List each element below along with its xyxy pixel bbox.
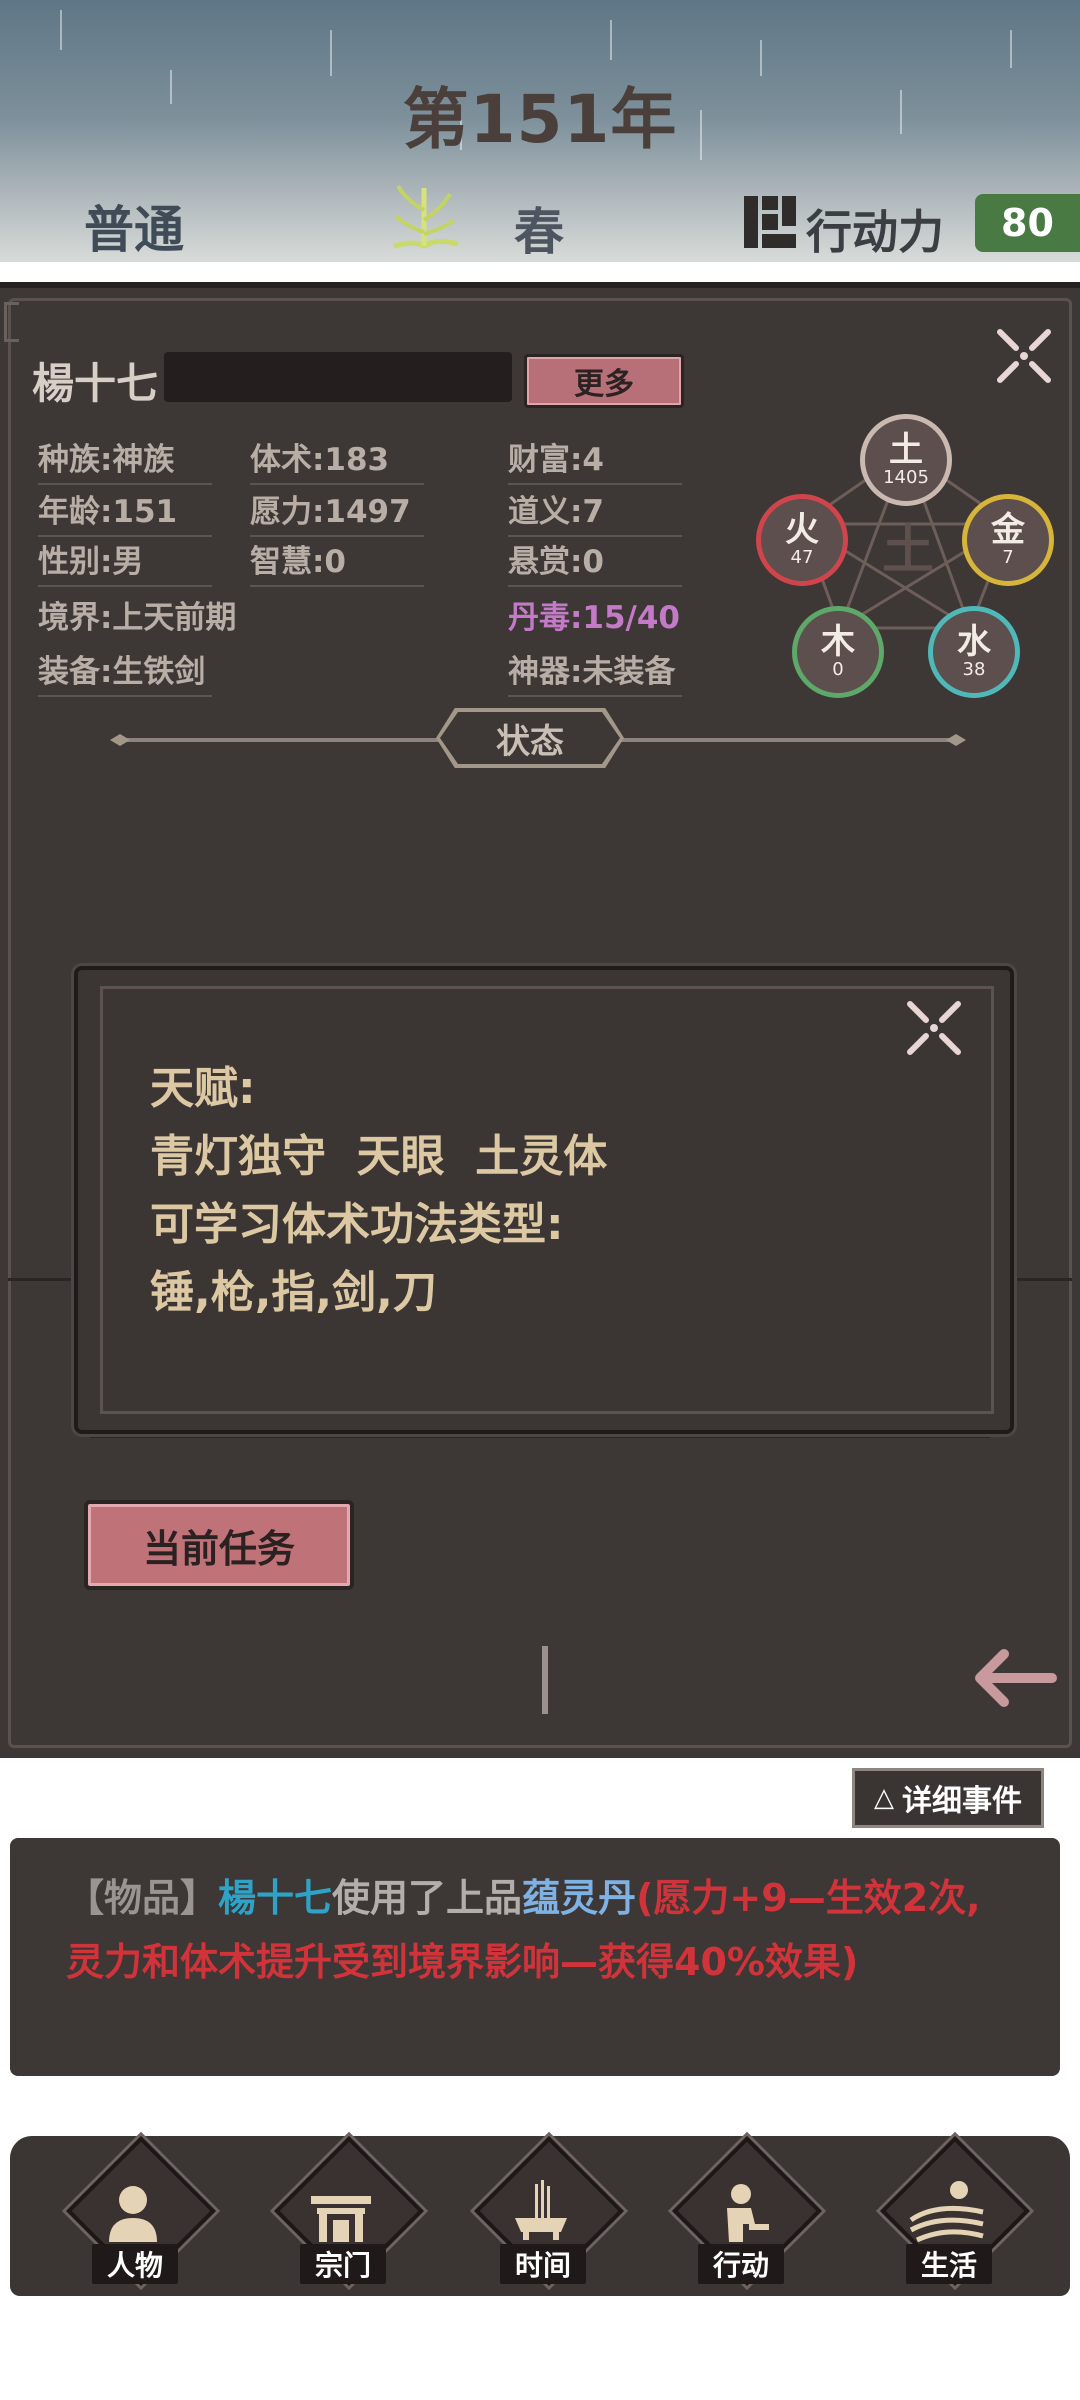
detail-events-button[interactable]: △ 详细事件 [852,1768,1044,1828]
bottom-nav: 人物 宗门 时间 行动 生活 [10,2136,1070,2296]
character-name: 楊十七 [32,359,159,408]
element-earth-value: 1405 [883,467,929,488]
grass-icon [393,184,459,249]
element-metal[interactable]: 金 7 [962,494,1054,586]
element-metal-value: 7 [1002,547,1014,568]
nav-character[interactable]: 人物 [58,2136,216,2292]
nav-label: 行动 [698,2244,784,2284]
triangle-up-icon: △ [874,1783,894,1813]
action-points-value: 80 [975,194,1080,252]
current-task-button[interactable]: 当前任务 [84,1500,354,1590]
nav-time[interactable]: 时间 [466,2136,624,2292]
nav-sect[interactable]: 宗门 [266,2136,424,2292]
divider-end-icon [110,734,130,746]
person-icon [109,2186,157,2242]
stat-bounty: 悬赏:0 [508,536,682,587]
nav-action[interactable]: 行动 [664,2136,822,2292]
stat-realm: 境界:上天前期 [38,600,237,636]
talent-heading: 天赋: [150,1063,256,1114]
element-water[interactable]: 水 38 [928,606,1020,698]
nav-label: 人物 [92,2244,178,2284]
event-tag: 【物品】 [66,1876,219,1920]
stat-race: 种族:神族 [38,434,212,485]
divider-end-icon [946,734,966,746]
stat-gender: 性别:男 [38,536,212,587]
element-wood[interactable]: 木 0 [792,606,884,698]
talent-popup: 天赋: 青灯独守 天眼 土灵体 可学习体术功法类型: 锤,枪,指,剑,刀 [74,966,1014,1434]
more-button[interactable]: 更多 [524,354,684,408]
element-fire-value: 47 [790,547,814,568]
popup-close-icon[interactable] [902,996,966,1060]
nav-label: 宗门 [300,2244,386,2284]
learnable-heading: 可学习体术功法类型: [150,1199,564,1250]
element-earth[interactable]: 土 1405 [860,414,952,506]
element-metal-char: 金 [991,510,1025,550]
stat-pill-toxin: 丹毒:15/40 [508,600,680,636]
year-title: 第151年 [402,81,678,158]
event-item: 蕴灵丹 [522,1876,637,1920]
landscape-icon [909,2181,984,2243]
talent-list: 青灯独守 天眼 土灵体 [150,1131,608,1182]
top-bar: 第151年 普通 春 行动力 80 [0,0,1080,262]
action-points-icon [744,196,796,248]
rain-streak [60,10,62,50]
close-icon[interactable] [992,324,1056,388]
element-wood-char: 木 [821,622,855,662]
element-water-char: 水 [957,622,991,662]
back-arrow-icon[interactable] [972,1646,1058,1710]
element-water-value: 38 [962,659,986,680]
event-actor: 楊十七 [218,1876,333,1920]
title-box [164,352,512,402]
center-element-char: 土 [882,521,934,581]
stat-equipment: 装备:生铁剑 [38,646,212,697]
learnable-types: 锤,枪,指,剑,刀 [150,1267,437,1318]
element-fire-char: 火 [785,510,819,550]
stat-age: 年龄:151 [38,486,212,537]
nav-life[interactable]: 生活 [872,2136,1030,2292]
stat-body-art: 体术:183 [250,434,424,485]
stat-wealth: 财富:4 [508,434,682,485]
stat-wisdom: 智慧:0 [250,536,424,587]
element-wood-value: 0 [832,659,844,680]
gate-icon [311,2196,371,2242]
nav-label: 生活 [906,2244,992,2284]
rain-streak [610,20,612,60]
stat-righteousness: 道义:7 [508,486,682,537]
action-icon [727,2184,769,2242]
element-fire[interactable]: 火 47 [756,494,848,586]
stat-artifact: 神器:未装备 [508,646,682,697]
status-label: 状态 [440,712,620,764]
event-entry: 【物品】楊十七使用了上品蕴灵丹(愿力+9—生效2次,灵力和体术提升受到境界影响—… [66,1866,1016,1994]
incense-icon [515,2180,567,2240]
corner-ornament [4,302,19,342]
stat-willpower: 愿力:1497 [250,486,424,537]
nav-label: 时间 [500,2244,586,2284]
event-log: 【物品】楊十七使用了上品蕴灵丹(愿力+9—生效2次,灵力和体术提升受到境界影响—… [10,1838,1060,2076]
rain-streak [1010,30,1012,68]
scroll-indicator [542,1646,548,1714]
element-earth-char: 土 [889,430,923,470]
action-points-label: 行动力 [806,205,944,259]
difficulty-label: 普通 [84,201,184,259]
season-label: 春 [514,203,564,261]
event-action: 使用了上品 [332,1876,523,1920]
detail-events-label: 详细事件 [902,1784,1022,1819]
